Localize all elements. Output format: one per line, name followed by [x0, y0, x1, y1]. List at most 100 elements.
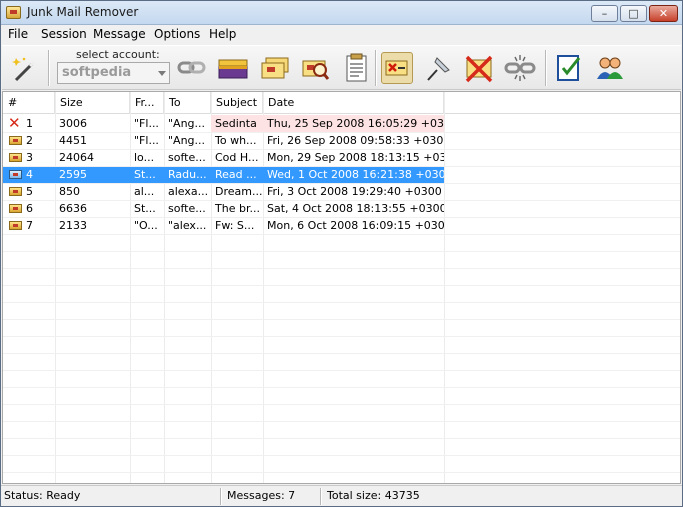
- minimize-button[interactable]: –: [591, 5, 618, 22]
- account-value: softpedia: [62, 65, 132, 80]
- menu-options[interactable]: Options: [154, 27, 200, 41]
- disconnect-chain-icon[interactable]: [504, 52, 536, 84]
- list-header: # Size Fr... To Subject Date: [3, 92, 680, 114]
- table-row[interactable]: 7 2133 "O... "alex... Fw: S... Mon, 6 Oct 200…: [3, 217, 444, 234]
- row-size: 24064: [59, 151, 94, 164]
- table-row[interactable]: 2 4451 "Fl... "Ang... To wh... Fri, 26 Sep 20…: [3, 132, 444, 149]
- envelope-stack-icon[interactable]: [258, 52, 290, 84]
- row-to: "Ang...: [168, 117, 206, 130]
- row-gridline: [3, 404, 680, 405]
- row-date: Fri, 3 Oct 2008 19:29:40 +0300: [267, 185, 442, 198]
- row-subject: To wh...: [215, 134, 257, 147]
- app-window: Junk Mail Remover – □ ✕ File Session Mes…: [0, 0, 683, 507]
- download-headers-icon[interactable]: [216, 52, 248, 84]
- row-number: 4: [26, 168, 33, 181]
- delete-marked-icon[interactable]: [463, 52, 495, 84]
- column-header-date[interactable]: Date: [263, 92, 444, 114]
- table-row[interactable]: 6 6636 St... softe... The br... Sat, 4 Oct 20…: [3, 200, 444, 217]
- row-subject: Sedinta: [211, 115, 263, 132]
- column-header-to[interactable]: To: [164, 92, 211, 114]
- row-date: Mon, 29 Sep 2008 18:13:15 +0300: [267, 151, 444, 164]
- row-to: "Ang...: [168, 134, 206, 147]
- row-gridline: [3, 183, 680, 184]
- menu-bar: File Session Message Options Help: [1, 25, 682, 44]
- row-subject: Read ...: [215, 168, 257, 181]
- column-header-subject[interactable]: Subject: [211, 92, 263, 114]
- row-gridline: [3, 285, 680, 286]
- table-row[interactable]: ✕ 1 3006 "Fl... "Ang... Sedinta Thu, 25 Sep 20…: [3, 115, 444, 132]
- row-to: "alex...: [168, 219, 207, 232]
- table-row[interactable]: 5 850 al... alexa... Dream... Fri, 3 Oct 2008…: [3, 183, 444, 200]
- toolbar: select account: softpedia: [2, 45, 681, 90]
- row-date: Mon, 6 Oct 2008 16:09:15 +0300: [267, 219, 444, 232]
- row-size: 2595: [59, 168, 87, 181]
- table-row[interactable]: 3 24064 lo... softe... Cod H... Mon, 29 Sep 2…: [3, 149, 444, 166]
- row-gridline: [3, 200, 680, 201]
- envelope-icon: [9, 153, 22, 162]
- close-button[interactable]: ✕: [649, 5, 678, 22]
- row-from: St...: [134, 202, 156, 215]
- row-size: 2133: [59, 219, 87, 232]
- row-number: 1: [26, 117, 33, 130]
- row-to: alexa...: [168, 185, 209, 198]
- row-gridline: [3, 217, 680, 218]
- row-gridline: [3, 387, 680, 388]
- column-header-size[interactable]: Size: [55, 92, 130, 114]
- menu-file[interactable]: File: [8, 27, 28, 41]
- row-to: Radu...: [168, 168, 207, 181]
- status-text: Status: Ready: [4, 489, 81, 502]
- row-from: al...: [134, 185, 155, 198]
- row-gridline: [3, 234, 680, 235]
- row-date: Sat, 4 Oct 2008 18:13:55 +0300: [267, 202, 444, 215]
- toolbar-separator: [375, 50, 377, 86]
- column-header-number[interactable]: #: [3, 92, 55, 114]
- column-divider: [444, 92, 445, 483]
- row-gridline: [3, 472, 680, 473]
- envelope-icon: [9, 204, 22, 213]
- pin-icon[interactable]: [423, 52, 455, 84]
- row-subject: Fw: S...: [215, 219, 255, 232]
- deleted-x-icon: ✕: [8, 114, 21, 132]
- chevron-down-icon: [158, 71, 166, 76]
- envelope-icon: [9, 170, 22, 179]
- row-size: 850: [59, 185, 80, 198]
- message-list[interactable]: # Size Fr... To Subject Date ✕ 1 3006 "Fl..…: [2, 91, 681, 484]
- row-to: softe...: [168, 151, 206, 164]
- status-separator: [220, 488, 222, 505]
- row-gridline: [3, 438, 680, 439]
- mark-junk-icon[interactable]: [381, 52, 413, 84]
- row-date: Fri, 26 Sep 2008 09:58:33 +0300: [267, 134, 444, 147]
- row-gridline: [3, 302, 680, 303]
- accounts-users-icon[interactable]: [594, 52, 626, 84]
- row-from: St...: [134, 168, 156, 181]
- row-size: 6636: [59, 202, 87, 215]
- connect-chain-icon[interactable]: [176, 52, 208, 84]
- column-header-from[interactable]: Fr...: [130, 92, 164, 114]
- row-subject: The br...: [215, 202, 260, 215]
- preview-message-icon[interactable]: [299, 52, 331, 84]
- envelope-icon: [9, 221, 22, 230]
- edit-filters-icon[interactable]: [553, 52, 585, 84]
- total-size: Total size: 43735: [327, 489, 420, 502]
- title-bar[interactable]: Junk Mail Remover – □ ✕: [1, 1, 682, 25]
- toolbar-separator: [48, 50, 50, 86]
- maximize-button[interactable]: □: [620, 5, 647, 22]
- status-separator: [320, 488, 322, 505]
- row-from: "O...: [134, 219, 158, 232]
- menu-message[interactable]: Message: [93, 27, 146, 41]
- message-count: Messages: 7: [227, 489, 296, 502]
- table-row[interactable]: 4 2595 St... Radu... Read ... Wed, 1 Oct 2008…: [3, 166, 444, 183]
- row-from: lo...: [134, 151, 155, 164]
- menu-help[interactable]: Help: [209, 27, 236, 41]
- menu-session[interactable]: Session: [41, 27, 87, 41]
- account-select[interactable]: softpedia: [57, 62, 170, 84]
- row-date: Wed, 1 Oct 2008 16:21:38 +0300: [267, 168, 444, 181]
- row-gridline: [3, 132, 680, 133]
- row-gridline: [3, 421, 680, 422]
- window-title: Junk Mail Remover: [27, 5, 139, 19]
- view-source-icon[interactable]: [340, 52, 372, 84]
- row-date: Thu, 25 Sep 2008 16:05:29 +0300: [263, 115, 444, 132]
- row-gridline: [3, 336, 680, 337]
- wizard-wand-icon[interactable]: [10, 52, 42, 84]
- row-number: 2: [26, 134, 33, 147]
